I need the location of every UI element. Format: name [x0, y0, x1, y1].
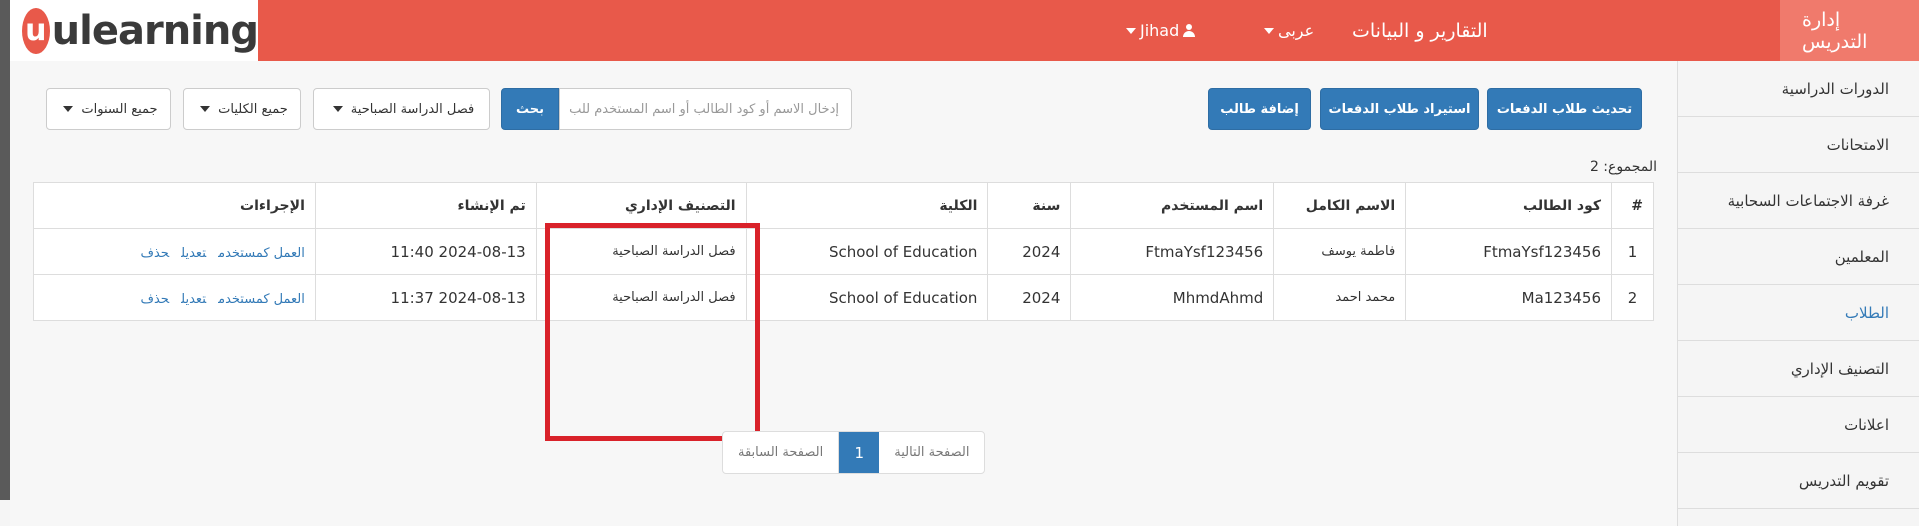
- import-cohort-button[interactable]: استيراد طلاب الدفعات: [1320, 88, 1479, 130]
- sidebar-item-label: تقويم التدريس: [1798, 471, 1889, 490]
- sidebar: الدورات الدراسية الامتحانات غرفة الاجتما…: [1677, 61, 1919, 526]
- cell-actions: العمل كمستخدم تعديل حذف: [33, 274, 316, 321]
- logo-icon: u: [22, 7, 50, 54]
- total-count: المجموع: 2: [1589, 159, 1657, 175]
- college-filter-label: جميع الكليات: [218, 101, 288, 117]
- user-name: Jihad: [1140, 21, 1180, 40]
- edit-link[interactable]: تعديل: [181, 292, 206, 307]
- cell-created: 2024-08-13 11:37: [314, 274, 537, 321]
- sidebar-item-label: المعلمين: [1834, 247, 1889, 266]
- delete-link[interactable]: حذف: [140, 292, 169, 307]
- col-header-username: اسم المستخدم: [1070, 182, 1275, 229]
- sidebar-item-teachers[interactable]: المعلمين: [1678, 229, 1919, 285]
- user-menu[interactable]: Jihad: [1122, 0, 1196, 61]
- col-header-full-name: الاسم الكامل: [1273, 182, 1407, 229]
- cell-index: 2: [1611, 274, 1654, 321]
- class-filter-dropdown[interactable]: فصل الدراسة الصباحية: [313, 88, 490, 130]
- cell-year: 2024: [987, 228, 1072, 275]
- nav-reports[interactable]: التقارير و البيانات: [1352, 0, 1488, 61]
- cell-year: 2024: [987, 274, 1072, 321]
- sidebar-item-admin-class[interactable]: التصنيف الإداري: [1678, 341, 1919, 397]
- current-page-button[interactable]: 1: [839, 432, 880, 473]
- chevron-down-icon: [63, 106, 74, 112]
- nav-reports-label: التقارير و البيانات: [1352, 19, 1488, 42]
- table-header-row: # كود الطالب الاسم الكامل اسم المستخدم س…: [33, 182, 1654, 229]
- cell-student-code: FtmaYsf123456: [1405, 228, 1613, 275]
- cell-full-name: فاطمة يوسف: [1273, 228, 1407, 275]
- col-header-college: الكلية: [745, 182, 989, 229]
- chevron-down-icon: [1264, 27, 1274, 34]
- cell-admin-class: فصل الدراسة الصباحية: [535, 274, 747, 321]
- col-header-year: سنة: [987, 182, 1072, 229]
- cell-admin-class: فصل الدراسة الصباحية: [535, 228, 747, 275]
- sidebar-item-label: الدورات الدراسية: [1781, 79, 1889, 98]
- table-row: 2 Ma123456 محمد احمد MhmdAhmd 2024 Schoo…: [33, 274, 1654, 321]
- year-filter-dropdown[interactable]: جميع السنوات: [46, 88, 171, 130]
- brand-logo[interactable]: u ulearning: [10, 0, 259, 61]
- logo-text: ulearning: [51, 7, 259, 54]
- col-header-created: تم الإنشاء: [314, 182, 537, 229]
- sidebar-item-cloud-meetings[interactable]: غرفة الاجتماعات السحابية: [1678, 173, 1919, 229]
- sidebar-item-label: الامتحانات: [1826, 135, 1889, 154]
- language-menu[interactable]: عربى: [1260, 0, 1314, 61]
- prev-page-button[interactable]: الصفحة السابقة: [723, 432, 840, 473]
- search-input[interactable]: إدخال الاسم أو كود الطالب أو اسم المستخد…: [559, 88, 852, 130]
- table-row: 1 FtmaYsf123456 فاطمة يوسف FtmaYsf123456…: [33, 228, 1654, 275]
- col-header-admin-class: التصنيف الإداري: [535, 182, 747, 229]
- cell-username: MhmdAhmd: [1070, 274, 1275, 321]
- next-page-button[interactable]: الصفحة التالية: [879, 432, 984, 473]
- col-header-student-code: كود الطالب: [1405, 182, 1613, 229]
- user-icon: [1183, 24, 1196, 37]
- sidebar-item-teaching-calendar[interactable]: تقويم التدريس: [1678, 453, 1919, 509]
- edit-link[interactable]: تعديل: [181, 246, 206, 261]
- chevron-down-icon: [332, 106, 343, 112]
- pagination: الصفحة السابقة 1 الصفحة التالية: [722, 431, 986, 474]
- work-as-user-link[interactable]: العمل كمستخدم: [218, 292, 305, 307]
- delete-link[interactable]: حذف: [140, 246, 169, 261]
- cell-college: School of Education: [745, 274, 989, 321]
- nav-teaching-admin-label: إدارة التدريس: [1802, 8, 1868, 53]
- cell-college: School of Education: [745, 228, 989, 275]
- sidebar-item-students[interactable]: الطلاب: [1678, 285, 1919, 341]
- update-cohort-button[interactable]: تحديث طلاب الدفعات: [1487, 88, 1642, 130]
- sidebar-item-label: اعلانات: [1844, 415, 1889, 434]
- nav-teaching-admin[interactable]: إدارة التدريس: [1780, 0, 1919, 61]
- students-table: # كود الطالب الاسم الكامل اسم المستخدم س…: [33, 182, 1654, 321]
- sidebar-item-announcements[interactable]: اعلانات: [1678, 397, 1919, 453]
- add-student-button[interactable]: إضافة طالب: [1208, 88, 1311, 130]
- sidebar-item-label: غرفة الاجتماعات السحابية: [1727, 191, 1889, 210]
- sidebar-item-courses[interactable]: الدورات الدراسية: [1678, 61, 1919, 117]
- year-filter-label: جميع السنوات: [81, 101, 158, 117]
- chevron-down-icon: [1126, 27, 1136, 34]
- cell-actions: العمل كمستخدم تعديل حذف: [33, 228, 316, 275]
- cell-username: FtmaYsf123456: [1070, 228, 1275, 275]
- chevron-down-icon: [200, 106, 211, 112]
- window-left-edge: [0, 0, 10, 500]
- sidebar-item-exams[interactable]: الامتحانات: [1678, 117, 1919, 173]
- cell-created: 2024-08-13 11:40: [314, 228, 537, 275]
- cell-student-code: Ma123456: [1405, 274, 1613, 321]
- top-navbar: u ulearning Jihad عربى التقارير و البيان…: [10, 0, 1919, 61]
- class-filter-label: فصل الدراسة الصباحية: [350, 101, 475, 117]
- main-content: تحديث طلاب الدفعات استيراد طلاب الدفعات …: [10, 61, 1677, 526]
- search-button[interactable]: بحث: [501, 88, 559, 130]
- col-header-actions: الإجراءات: [33, 182, 316, 229]
- language-label: عربى: [1278, 21, 1315, 40]
- cell-index: 1: [1611, 228, 1654, 275]
- sidebar-item-label: التصنيف الإداري: [1790, 359, 1889, 378]
- sidebar-item-label: الطلاب: [1844, 303, 1889, 322]
- col-header-index: #: [1611, 182, 1654, 229]
- college-filter-dropdown[interactable]: جميع الكليات: [183, 88, 301, 130]
- cell-full-name: محمد احمد: [1273, 274, 1407, 321]
- work-as-user-link[interactable]: العمل كمستخدم: [218, 246, 305, 261]
